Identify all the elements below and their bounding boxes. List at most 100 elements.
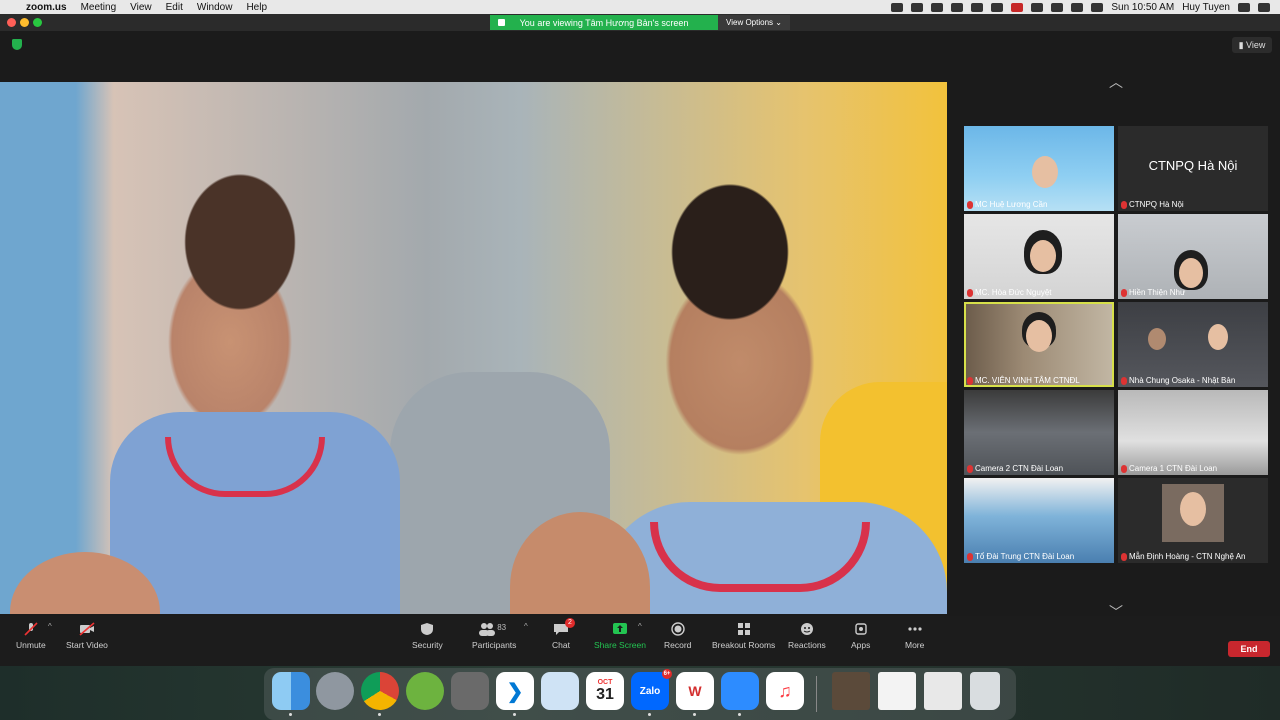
wps-office-icon[interactable]: W (676, 672, 714, 710)
muted-mic-icon (967, 376, 973, 385)
downloads-folder-icon[interactable] (924, 672, 962, 710)
participant-video (1026, 320, 1052, 352)
video-tile[interactable]: MC Huệ Lương Cần (964, 126, 1114, 211)
menu-meeting[interactable]: Meeting (81, 2, 117, 13)
chrome-icon[interactable] (361, 672, 399, 710)
clock[interactable]: Sun 10:50 AM (1111, 2, 1174, 13)
end-meeting-button[interactable]: End (1228, 641, 1270, 657)
video-tile[interactable]: CTNPQ Hà Nội CTNPQ Hà Nội (1118, 126, 1268, 211)
dock: ❯ OCT 31 Zalo 6+ W ♫ (264, 668, 1016, 720)
calendar-icon[interactable]: OCT 31 (586, 672, 624, 710)
running-indicator (648, 713, 651, 716)
cloud-tray-icon[interactable] (931, 2, 944, 12)
menu-edit[interactable]: Edit (166, 2, 183, 13)
muted-mic-icon (967, 200, 973, 209)
view-button[interactable]: ▮ View (1232, 37, 1272, 53)
menu-window[interactable]: Window (197, 2, 233, 13)
breakout-rooms-icon (737, 623, 750, 635)
reactions-label: Reactions (788, 640, 826, 650)
launchpad-icon[interactable] (316, 672, 354, 710)
user-name[interactable]: Huy Tuyen (1182, 2, 1230, 13)
video-tile[interactable]: MC. Hòa Đức Nguyệt (964, 214, 1114, 299)
video-tile-active-speaker[interactable]: MC. VIÊN VINH TÂM CTNĐL (964, 302, 1114, 387)
video-tile[interactable]: Hiền Thiện Như (1118, 214, 1268, 299)
gallery-up-arrow-icon[interactable]: ︿ (1106, 75, 1126, 89)
finder-icon[interactable] (272, 672, 310, 710)
office-tray-icon[interactable] (991, 2, 1004, 12)
pen-tray-icon[interactable] (911, 2, 924, 12)
search-icon[interactable] (1238, 2, 1250, 12)
more-button[interactable]: More (905, 622, 924, 650)
maximize-window-button[interactable] (33, 18, 42, 27)
trash-icon[interactable] (970, 672, 1000, 710)
participants-button[interactable]: 83 Participants (472, 622, 516, 650)
security-button[interactable]: Security (412, 622, 443, 650)
video-tile[interactable]: Tổ Đài Trung CTN Đài Loan (964, 478, 1114, 563)
calendar-day: 31 (596, 685, 614, 703)
reactions-button[interactable]: Reactions (788, 622, 826, 650)
more-label: More (905, 640, 925, 650)
close-window-button[interactable] (7, 18, 16, 27)
minimize-window-button[interactable] (20, 18, 29, 27)
participant-label: Camera 1 CTN Đài Loan (1121, 464, 1217, 473)
vscode-icon[interactable]: ❯ (496, 672, 534, 710)
participant-name: MC Huệ Lương Cần (975, 200, 1048, 209)
start-video-label: Start Video (66, 640, 108, 650)
zalo-icon[interactable]: Zalo 6+ (631, 669, 672, 710)
recent-document-icon[interactable] (832, 672, 870, 710)
video-tile[interactable]: Camera 2 CTN Đài Loan (964, 390, 1114, 475)
share-screen-label: Share Screen (594, 640, 646, 650)
video-tile[interactable]: Nhà Chung Osaka - Nhật Bản (1118, 302, 1268, 387)
recent-document-icon[interactable] (878, 672, 916, 710)
participant-placeholder-name: CTNPQ Hà Nội (1148, 158, 1238, 173)
calendar-month: OCT (597, 678, 613, 686)
music-icon[interactable]: ♫ (766, 672, 804, 710)
spring-tool-icon[interactable] (406, 672, 444, 710)
wifi-icon[interactable] (1031, 2, 1044, 12)
participant-label: MC. VIÊN VINH TÂM CTNĐL (967, 376, 1080, 385)
chat-button[interactable]: 2 Chat (552, 618, 575, 650)
zoom-tray-icon[interactable] (891, 2, 904, 12)
unmute-button[interactable]: Unmute (16, 622, 46, 650)
breakout-rooms-button[interactable]: Breakout Rooms (712, 622, 775, 650)
view-options-button[interactable]: View Options ⌄ (718, 15, 790, 30)
audio-options-caret-icon[interactable]: ^ (48, 622, 52, 631)
docker-icon[interactable] (541, 672, 579, 710)
record-button[interactable]: Record (664, 622, 691, 650)
participant-name: CTNPQ Hà Nội (1129, 200, 1184, 209)
apps-button[interactable]: Apps (851, 622, 870, 650)
breakout-rooms-label: Breakout Rooms (712, 640, 776, 650)
eye-tray-icon[interactable] (951, 2, 964, 12)
system-preferences-icon[interactable] (451, 672, 489, 710)
control-center-icon[interactable] (1258, 2, 1270, 12)
muted-mic-icon (967, 464, 973, 473)
menu-app-name[interactable]: zoom.us (26, 2, 67, 13)
participants-count: 83 (497, 623, 507, 632)
running-indicator (738, 713, 741, 716)
zoom-icon[interactable] (721, 672, 759, 710)
unmute-label: Unmute (16, 640, 46, 650)
video-tile[interactable]: Mẫn Định Hoàng - CTN Nghệ An (1118, 478, 1268, 563)
menu-view[interactable]: View (130, 2, 152, 13)
video-tile[interactable]: Camera 1 CTN Đài Loan (1118, 390, 1268, 475)
battery-icon[interactable] (1091, 2, 1104, 12)
participants-caret-icon[interactable]: ^ (524, 622, 528, 631)
menu-help[interactable]: Help (246, 2, 267, 13)
volume-icon[interactable] (1051, 2, 1064, 12)
muted-mic-icon (1121, 288, 1127, 297)
participant-video (1179, 258, 1203, 288)
start-video-button[interactable]: Start Video (66, 622, 108, 650)
share-options-caret-icon[interactable]: ^ (638, 622, 642, 631)
share-screen-icon (498, 19, 505, 26)
input-source-icon[interactable] (1071, 2, 1084, 12)
zalo-label: Zalo (639, 685, 661, 697)
zalo-badge: 6+ (662, 669, 672, 679)
reactions-smiley-icon (800, 623, 813, 635)
video-off-icon (79, 622, 95, 636)
share-screen-arrow-icon (612, 623, 627, 634)
vivaldi-tray-icon[interactable] (1011, 2, 1024, 12)
participant-label: Camera 2 CTN Đài Loan (967, 464, 1063, 473)
more-dots-icon (908, 627, 922, 631)
screenshot-tray-icon[interactable] (971, 2, 984, 12)
encryption-shield-icon[interactable] (12, 39, 22, 50)
